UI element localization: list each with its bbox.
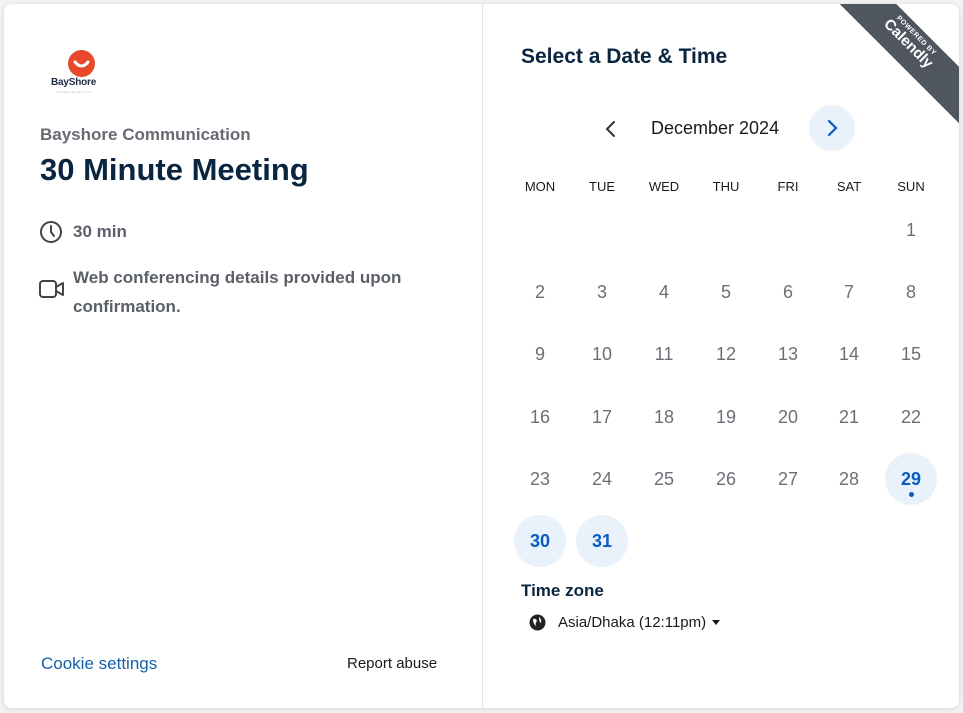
day-7: 7 xyxy=(843,282,854,302)
timezone-label: Time zone xyxy=(521,581,604,600)
timezone-value: Asia/Dhaka (12:11pm) xyxy=(558,614,707,631)
globe-icon xyxy=(529,614,546,631)
weekday-mon: MON xyxy=(524,179,556,194)
logo-subtext: communications xyxy=(57,90,93,94)
day-17: 17 xyxy=(591,407,613,427)
company-logo: BayShore communications xyxy=(48,50,112,100)
picker-heading: Select a Date & Time xyxy=(521,45,728,68)
day-21: 21 xyxy=(838,407,860,427)
day-20: 20 xyxy=(777,407,799,427)
weekday-tue: TUE xyxy=(589,179,615,194)
weekday-thu: THU xyxy=(712,179,740,194)
weekday-sat: SAT xyxy=(836,179,862,194)
day-28: 28 xyxy=(838,469,860,489)
day-23: 23 xyxy=(529,469,551,489)
day-12: 12 xyxy=(715,344,737,364)
organizer-name: Bayshore Communication xyxy=(40,125,251,144)
today-indicator xyxy=(909,492,914,497)
event-duration: 30 min xyxy=(73,222,127,241)
logo-text: BayShore xyxy=(51,77,97,88)
event-title: 30 Minute Meeting xyxy=(40,152,309,187)
day-8: 8 xyxy=(905,282,916,302)
day-27: 27 xyxy=(777,469,799,489)
timezone-selector[interactable]: Asia/Dhaka (12:11pm) xyxy=(529,614,721,631)
weekday-fri: FRI xyxy=(777,179,799,194)
day-9: 9 xyxy=(534,344,545,364)
event-details-panel: BayShore communications Bayshore Communi… xyxy=(4,4,483,708)
day-6: 6 xyxy=(782,282,793,302)
day-22: 22 xyxy=(900,407,922,427)
day-16: 16 xyxy=(529,407,551,427)
day-30[interactable]: 30 xyxy=(514,515,566,567)
chevron-left-icon xyxy=(605,121,615,137)
cookie-settings-link[interactable]: Cookie settings xyxy=(41,654,157,674)
booking-card: BayShore communications Bayshore Communi… xyxy=(4,4,959,708)
day-1: 1 xyxy=(905,220,916,240)
day-5: 5 xyxy=(720,282,731,302)
day-14: 14 xyxy=(838,344,860,364)
chevron-right-icon xyxy=(827,119,838,137)
caret-down-icon xyxy=(712,620,721,625)
logo-mark-icon xyxy=(68,50,95,77)
day-4: 4 xyxy=(658,282,669,302)
clock-icon xyxy=(39,220,63,249)
weekday-sun: SUN xyxy=(897,179,925,194)
day-24: 24 xyxy=(591,469,613,489)
video-camera-icon xyxy=(39,279,65,304)
day-26: 26 xyxy=(715,469,737,489)
conferencing-info: Web conferencing details provided upon c… xyxy=(73,268,402,316)
day-3: 3 xyxy=(596,282,607,302)
current-month: December 2024 xyxy=(651,118,780,138)
day-10: 10 xyxy=(591,344,613,364)
day-29[interactable]: 29 xyxy=(885,453,937,505)
weekday-wed: WED xyxy=(648,179,680,194)
previous-month-button[interactable] xyxy=(600,118,622,140)
day-31[interactable]: 31 xyxy=(576,515,628,567)
day-19: 19 xyxy=(715,407,737,427)
next-month-button[interactable] xyxy=(809,105,855,151)
date-picker-panel: Select a Date & Time POWERED BY Calendly… xyxy=(483,4,959,708)
day-11: 11 xyxy=(654,344,674,364)
day-15: 15 xyxy=(900,344,922,364)
day-13: 13 xyxy=(777,344,799,364)
day-2: 2 xyxy=(534,282,545,302)
report-abuse-link[interactable]: Report abuse xyxy=(347,655,437,672)
day-25: 25 xyxy=(653,469,675,489)
day-18: 18 xyxy=(653,407,675,427)
